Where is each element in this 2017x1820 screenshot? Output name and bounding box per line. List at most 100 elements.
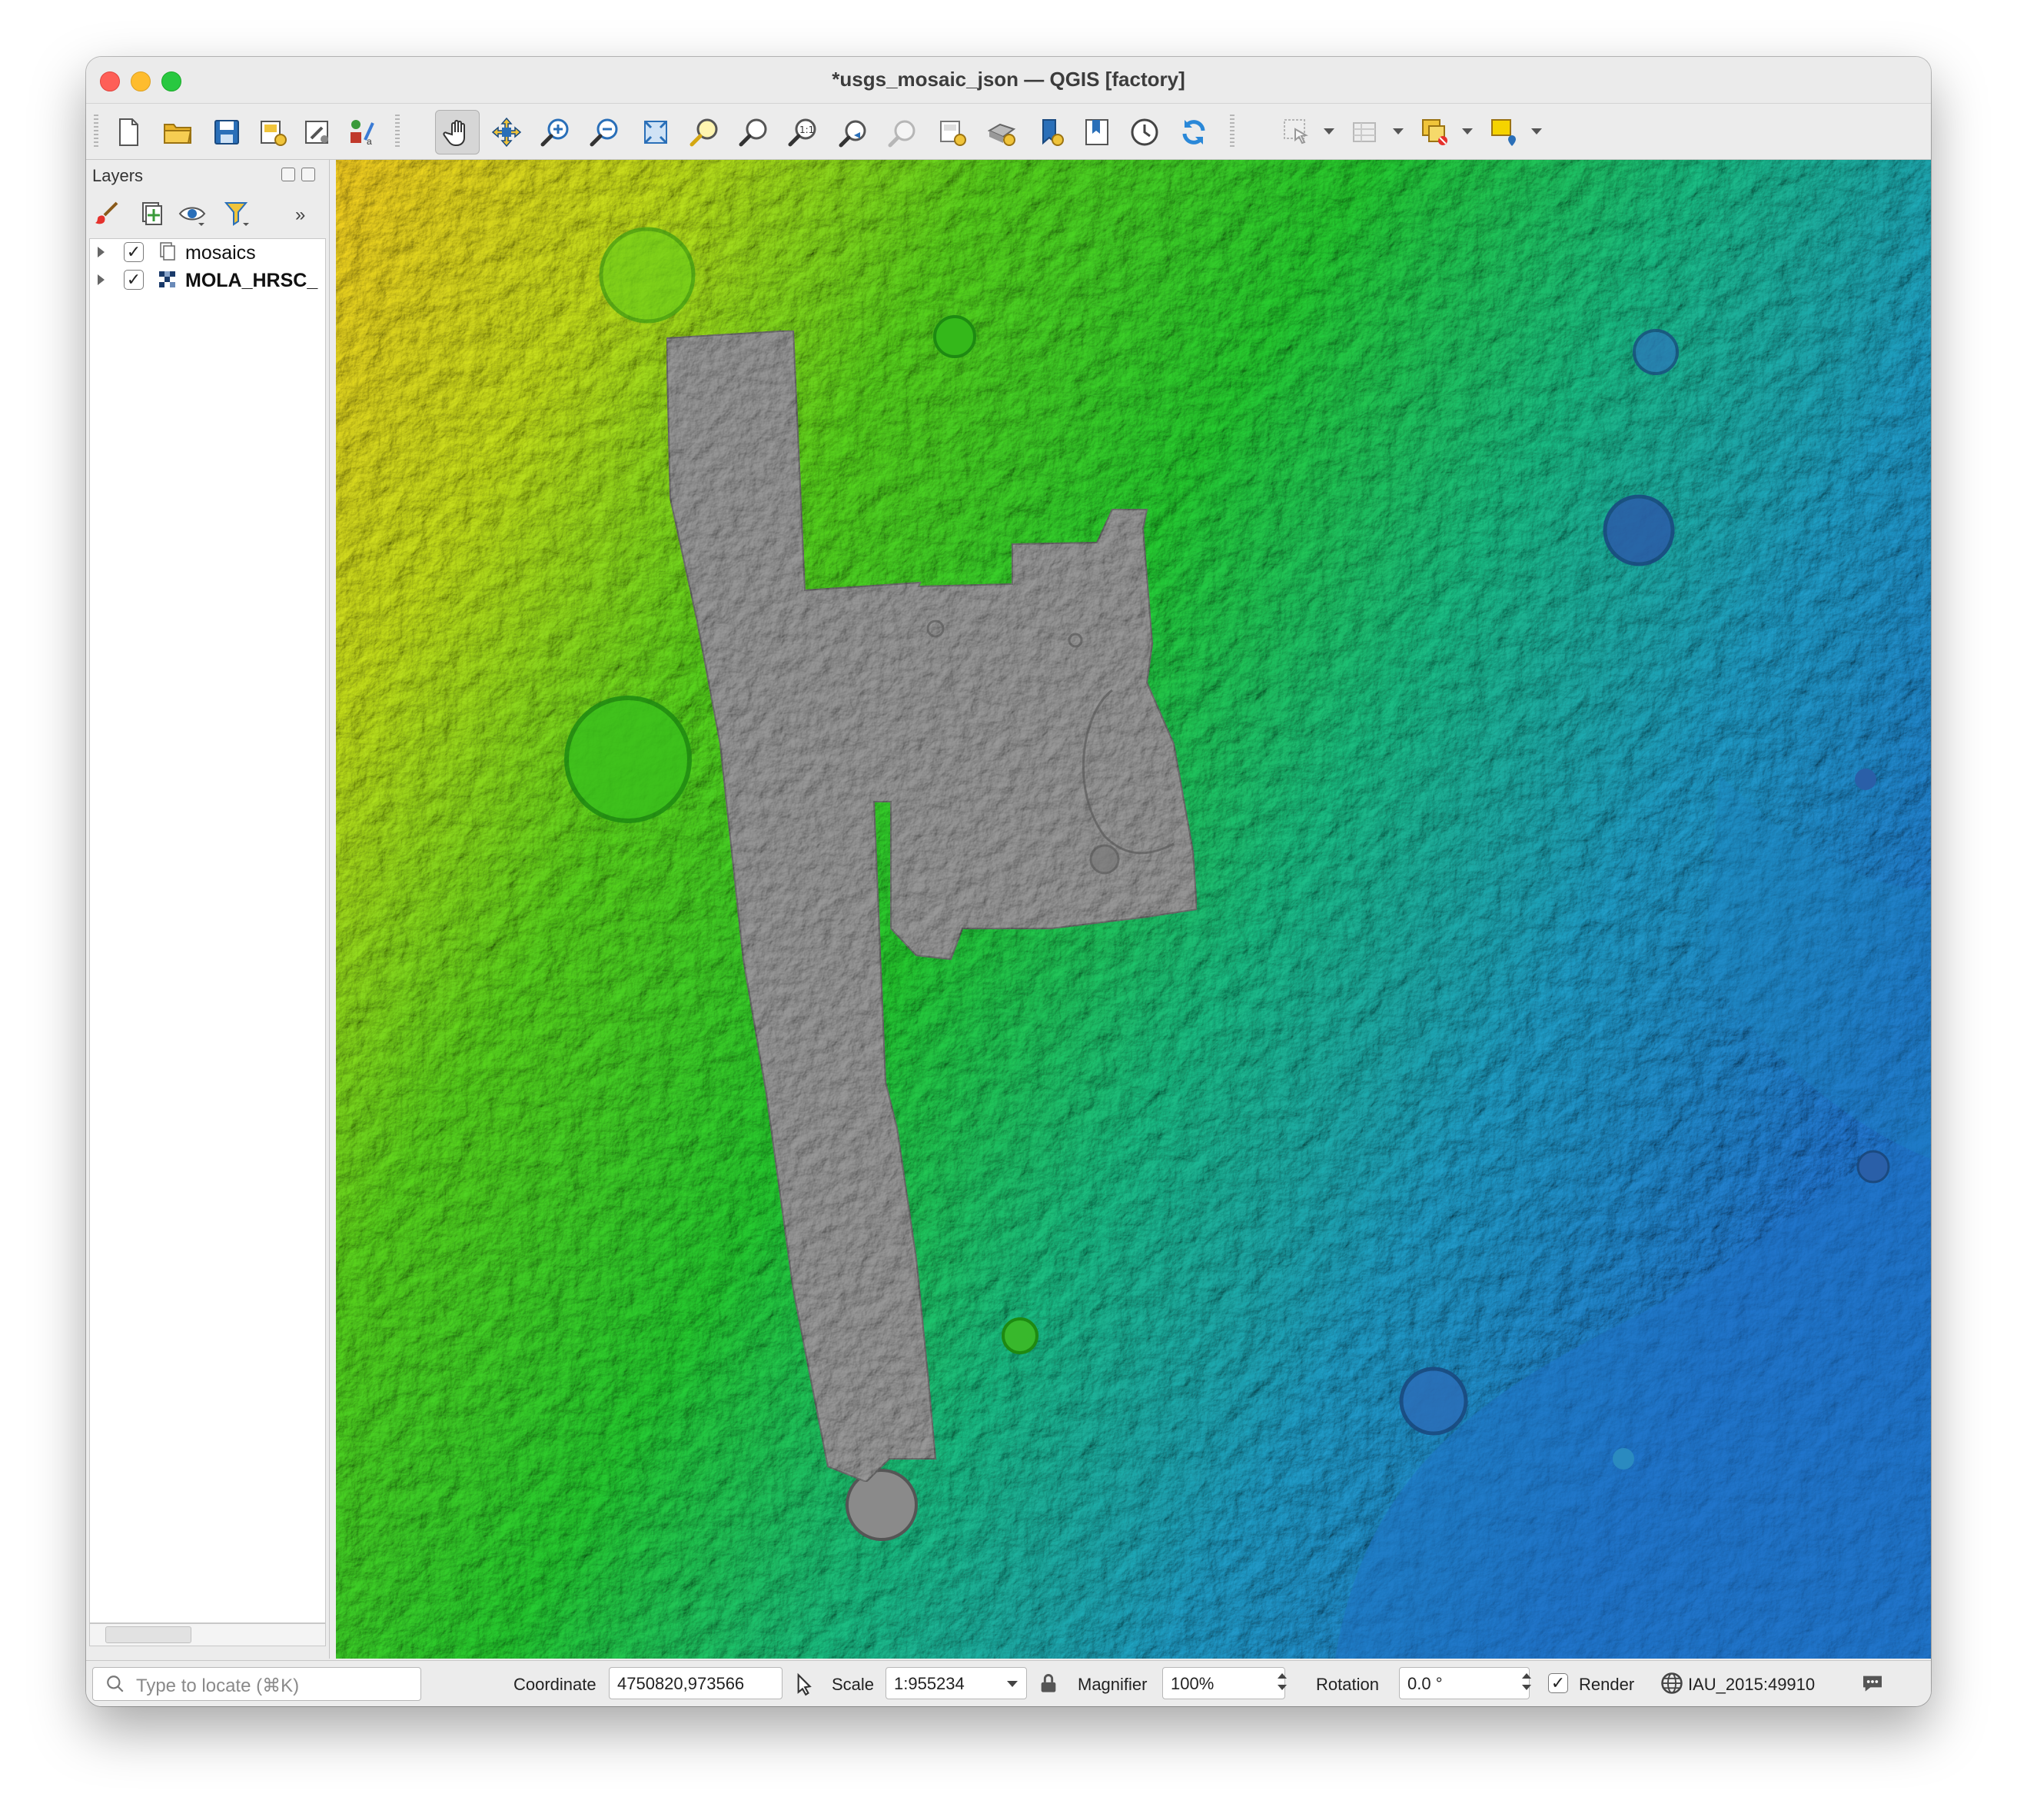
toolbar-grip-3[interactable]	[1230, 115, 1234, 148]
scale-label: Scale	[832, 1675, 875, 1694]
magnifier-spinbox-arrows[interactable]	[1276, 1670, 1290, 1698]
coordinate-toggle-mouse-icon[interactable]	[790, 1672, 815, 1696]
status-bar: Type to locate (⌘K) Coordinate 4750820,9…	[86, 1660, 1931, 1706]
magnifier-field[interactable]: 100%	[1162, 1667, 1285, 1699]
layer-visibility-checkbox[interactable]: ✓	[124, 242, 144, 262]
layer-name: mosaics	[185, 242, 256, 264]
locator-placeholder: Type to locate (⌘K)	[136, 1676, 300, 1696]
window-title: *usgs_mosaic_json — QGIS [factory]	[832, 68, 1185, 91]
clock-icon	[1131, 118, 1158, 146]
toolbar-grip-2[interactable]	[395, 115, 400, 148]
layers-panel-title: Layers	[92, 166, 144, 185]
filter-legend-button[interactable]	[221, 198, 255, 232]
toolbar-grip[interactable]	[94, 115, 98, 148]
close-panel-button[interactable]	[301, 168, 315, 181]
map-canvas[interactable]	[336, 160, 1931, 1659]
coordinate-label: Coordinate	[513, 1675, 596, 1694]
zoom-in-button[interactable]	[533, 110, 578, 154]
scrollbar-thumb[interactable]	[105, 1626, 191, 1643]
3d-map-view-icon	[987, 123, 1016, 146]
coordinate-field[interactable]: 4750820,973566	[609, 1667, 783, 1699]
main-toolbar: a 1:1	[86, 104, 1931, 160]
save-project-button[interactable]	[204, 110, 249, 154]
render-checkbox[interactable]: ✓	[1548, 1673, 1568, 1693]
bookmarks-icon	[1085, 119, 1108, 145]
expand-arrow-icon[interactable]	[98, 274, 105, 285]
layers-panel-toolbar: »	[86, 194, 329, 237]
map-view-icon	[940, 121, 966, 146]
temporal-controller-button[interactable]	[1122, 110, 1167, 154]
layout-manager-button[interactable]	[295, 110, 340, 154]
zoom-selection-icon	[690, 118, 718, 147]
zoom-native-icon: 1:1	[788, 118, 816, 147]
pan-map-button[interactable]	[435, 110, 480, 154]
qgis-window: *usgs_mosaic_json — QGIS [factory] a 1:1…	[86, 57, 1931, 1706]
new-project-button[interactable]	[106, 110, 151, 154]
zoom-full-icon	[643, 120, 668, 144]
map-render	[336, 160, 1931, 1659]
more-tools-chevron-icon[interactable]: »	[295, 204, 329, 238]
refresh-button[interactable]	[1171, 110, 1216, 154]
globe-crs-icon[interactable]	[1660, 1672, 1683, 1695]
zoom-next-icon	[888, 120, 915, 148]
manage-visibility-button[interactable]	[177, 198, 211, 232]
select-features-button[interactable]	[1274, 110, 1319, 154]
zoom-layer-icon	[739, 118, 767, 147]
layer-tree-horizontal-scrollbar[interactable]	[89, 1623, 326, 1646]
style-manager-button[interactable]: a	[340, 110, 384, 154]
search-icon	[107, 1676, 124, 1692]
layer-visibility-checkbox[interactable]: ✓	[124, 270, 144, 290]
new-3d-map-view-button[interactable]	[979, 110, 1024, 154]
paintbrush-icon	[95, 201, 118, 224]
new-print-layout-button[interactable]	[251, 110, 295, 154]
deselect-features-button[interactable]	[1413, 110, 1457, 154]
folder-icon	[164, 124, 192, 144]
add-annotation-button[interactable]	[1482, 110, 1527, 154]
render-label: Render	[1579, 1675, 1635, 1694]
zoom-to-layer-button[interactable]	[732, 110, 776, 154]
annotation-icon	[1491, 119, 1516, 146]
layer-row-mola-hrsc[interactable]: ✓ MOLA_HRSC_	[90, 267, 325, 294]
attribute-table-dropdown[interactable]	[1393, 128, 1404, 135]
bookmark-icon	[1042, 119, 1064, 146]
rotation-field[interactable]: 0.0 °	[1399, 1667, 1530, 1699]
messages-icon[interactable]	[1860, 1671, 1885, 1695]
show-bookmarks-button[interactable]	[1075, 110, 1119, 154]
zoom-last-icon	[839, 120, 866, 148]
select-features-icon	[1284, 119, 1308, 144]
float-panel-button[interactable]	[281, 168, 295, 181]
select-features-dropdown[interactable]	[1324, 128, 1334, 135]
eye-icon	[178, 207, 206, 226]
zoom-next-button[interactable]	[881, 110, 925, 154]
new-document-icon	[119, 118, 138, 146]
open-project-button[interactable]	[155, 110, 200, 154]
locator-search-box[interactable]: Type to locate (⌘K)	[92, 1667, 421, 1701]
hand-icon	[443, 120, 465, 146]
attribute-table-button[interactable]	[1344, 110, 1388, 154]
style-layer-button[interactable]	[94, 198, 128, 232]
add-group-icon	[142, 202, 162, 225]
rotation-spinbox-arrows[interactable]	[1520, 1670, 1534, 1698]
add-group-button[interactable]	[135, 198, 169, 232]
new-map-view-button[interactable]	[930, 110, 975, 154]
scale-dropdown-chevron-icon[interactable]	[1007, 1681, 1018, 1687]
new-bookmark-button[interactable]	[1028, 110, 1073, 154]
zoom-full-button[interactable]	[633, 110, 678, 154]
floppy-disk-icon	[214, 120, 239, 144]
pan-arrows-icon	[491, 117, 522, 148]
zoom-in-icon	[540, 118, 569, 147]
zoom-native-button[interactable]: 1:1	[781, 110, 826, 154]
layer-row-mosaics[interactable]: ✓ mosaics	[90, 239, 325, 267]
deselect-dropdown[interactable]	[1462, 128, 1473, 135]
svg-text:a: a	[367, 136, 372, 147]
layers-panel: Layers » ✓ mosaics ✓ MOLA_HRSC_	[86, 160, 330, 1659]
zoom-out-button[interactable]	[583, 110, 627, 154]
annotation-dropdown[interactable]	[1531, 128, 1542, 135]
lock-icon[interactable]	[1038, 1672, 1059, 1694]
crs-label[interactable]: IAU_2015:49910	[1688, 1675, 1815, 1695]
pan-to-selection-button[interactable]	[484, 110, 529, 154]
zoom-to-selection-button[interactable]	[683, 110, 727, 154]
scale-field[interactable]: 1:955234	[886, 1667, 1027, 1699]
expand-arrow-icon[interactable]	[98, 247, 105, 257]
zoom-last-button[interactable]	[832, 110, 876, 154]
